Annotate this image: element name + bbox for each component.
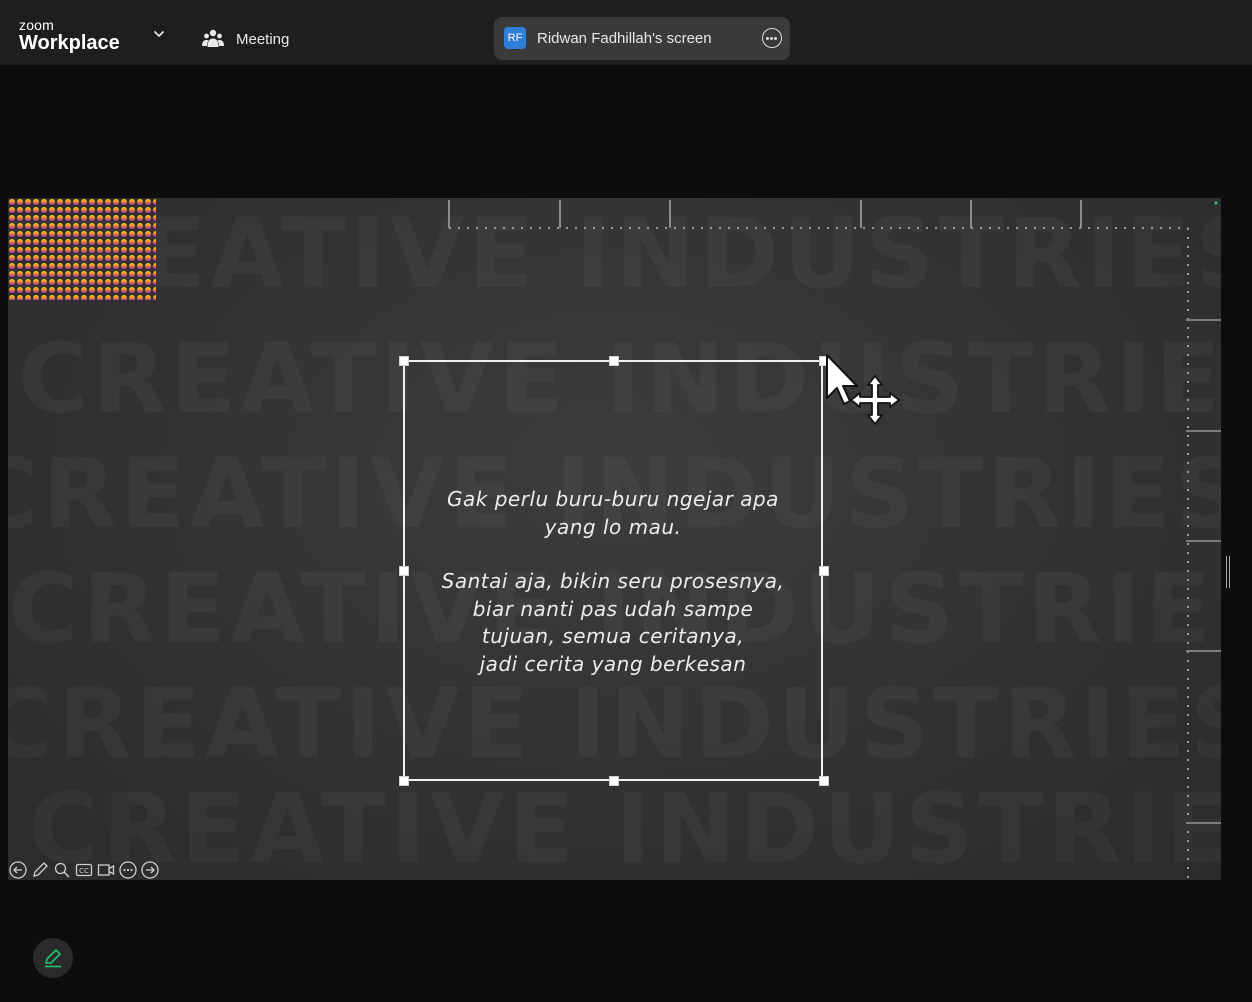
- screen-share-label: Ridwan Fadhillah's screen: [537, 30, 712, 47]
- resize-grip[interactable]: [1226, 556, 1230, 588]
- video-icon[interactable]: [97, 861, 115, 879]
- more-icon[interactable]: [119, 861, 137, 879]
- participants-icon: [202, 29, 224, 47]
- zoom-icon[interactable]: [53, 861, 71, 879]
- quote-line: biar nanti pas udah sampe: [472, 596, 754, 621]
- brand-small-text: zoom: [19, 17, 55, 33]
- resize-handle-top-left[interactable]: [399, 356, 409, 366]
- resize-handle-top[interactable]: [609, 356, 619, 366]
- more-options-icon[interactable]: [762, 28, 782, 48]
- annotate-button[interactable]: [33, 938, 73, 978]
- quote-text: Gak perlu buru-buru ngejar apa yang lo m…: [405, 486, 821, 678]
- zoom-workplace-logo: zoom Workplace: [19, 18, 120, 54]
- quote-line: yang lo mau.: [544, 514, 682, 539]
- avatar: RF: [504, 27, 526, 49]
- prev-arrow-icon[interactable]: [9, 861, 27, 879]
- slide-controls: CC: [9, 861, 159, 879]
- quote-line: Gak perlu buru-buru ngejar apa: [447, 487, 779, 511]
- pen-icon[interactable]: [31, 861, 49, 879]
- quote-line: Santai aja, bikin seru prosesnya,: [441, 569, 785, 593]
- selected-text-box[interactable]: Gak perlu buru-buru ngejar apa yang lo m…: [399, 356, 829, 786]
- chevron-down-icon[interactable]: [150, 28, 168, 42]
- svg-text:CC: CC: [79, 867, 89, 875]
- screen-share-pill[interactable]: RF Ridwan Fadhillah's screen: [494, 17, 790, 60]
- brand-large-text: Workplace: [19, 32, 120, 54]
- resize-handle-bottom-right[interactable]: [819, 776, 829, 786]
- move-cursor-icon: [826, 354, 900, 425]
- quote-line: jadi cerita yang berkesan: [479, 651, 747, 676]
- next-arrow-icon[interactable]: [141, 861, 159, 879]
- shared-screen[interactable]: CREATIVE INDUSTRIES CREATIVE INDUSTRIES …: [8, 198, 1221, 880]
- quote-line: tujuan, semua ceritanya,: [481, 624, 745, 648]
- cc-icon[interactable]: CC: [75, 861, 93, 879]
- top-bar: zoom Workplace Meeting RF Ridwan Fadhill…: [0, 0, 1252, 65]
- meeting-button[interactable]: Meeting: [200, 24, 289, 54]
- resize-handle-bottom[interactable]: [609, 776, 619, 786]
- pencil-icon: [45, 949, 61, 968]
- meeting-label: Meeting: [236, 30, 290, 48]
- resize-handle-bottom-left[interactable]: [399, 776, 409, 786]
